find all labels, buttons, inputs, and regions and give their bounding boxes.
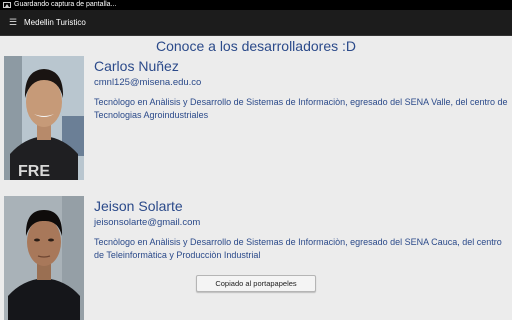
- hamburger-icon[interactable]: ☰: [4, 17, 22, 28]
- status-notification-text: Guardando captura de pantalla...: [14, 1, 117, 8]
- developer-name: Carlos Nuñez: [94, 58, 179, 74]
- toast-message: Copiado al portapapeles: [196, 275, 316, 292]
- svg-text:FRE: FRE: [18, 163, 50, 180]
- screenshot-icon: [3, 2, 11, 8]
- developer-email[interactable]: jeisonsolarte@gmail.com: [94, 217, 200, 228]
- developer-description: Tecnòlogo en Anàlisis y Desarrollo de Si…: [94, 97, 508, 120]
- developer-description: Tecnòlogo en Anàlisis y Desarrollo de Si…: [94, 237, 502, 260]
- page-heading: Conoce a los desarrolladores :D: [156, 38, 356, 54]
- developer-email[interactable]: cmnl125@misena.edu.co: [94, 77, 201, 88]
- action-bar: ☰ Medellin Turistico: [0, 10, 512, 36]
- developer-photo: FRE: [4, 56, 84, 180]
- developer-photo: [4, 196, 84, 320]
- app-title: Medellin Turistico: [24, 18, 86, 27]
- status-bar: Guardando captura de pantalla...: [0, 0, 512, 10]
- developer-name: Jeison Solarte: [94, 198, 183, 214]
